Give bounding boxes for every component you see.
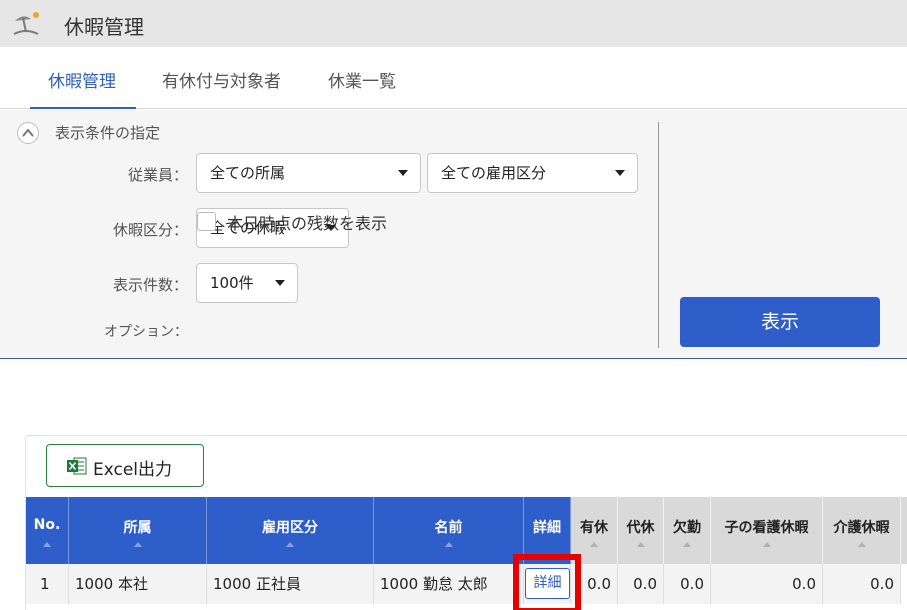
- filter-heading: 表示条件の指定: [55, 124, 161, 142]
- cell-employment-type: 1000 正社員: [207, 564, 374, 604]
- filter-panel: 表示条件の指定 従業員： 全ての所属 全ての雇用区分 休暇区分： 全ての休暇 表…: [0, 110, 907, 359]
- column-header-absence[interactable]: 欠勤: [664, 497, 711, 564]
- column-header-overflow: [901, 497, 907, 564]
- column-header-nursing-care-leave[interactable]: 介護休暇: [823, 497, 901, 564]
- cell-child-care-leave: 0.0: [711, 564, 823, 604]
- cell-nursing-care-leave: 0.0: [823, 564, 901, 604]
- cell-absence: 0.0: [664, 564, 711, 604]
- active-tab-indicator: [30, 107, 136, 109]
- sort-arrow-icon: [636, 542, 645, 547]
- display-count-select-value: 100件: [210, 274, 254, 292]
- cell-no: 1: [26, 564, 69, 604]
- sort-arrow-icon: [43, 542, 51, 547]
- tab-leave-list[interactable]: 休業一覧: [328, 67, 396, 92]
- tab-leave-management[interactable]: 休暇管理: [48, 67, 116, 92]
- show-remaining-checkbox[interactable]: [197, 212, 216, 231]
- affiliation-select[interactable]: 全ての所属: [196, 153, 421, 193]
- column-header-child-care-leave[interactable]: 子の看護休暇: [711, 497, 823, 564]
- tab-paid-leave-eligible[interactable]: 有休付与対象者: [162, 67, 281, 92]
- employment-type-select[interactable]: 全ての雇用区分: [427, 153, 638, 193]
- column-header-affiliation[interactable]: 所属: [69, 497, 207, 564]
- tab-bar: 休暇管理 有休付与対象者 休業一覧: [0, 47, 907, 109]
- dropdown-arrow-icon: [615, 170, 625, 176]
- employee-label: 従業員：: [127, 166, 188, 184]
- chevron-up-icon: [22, 128, 34, 137]
- employment-type-select-value: 全ての雇用区分: [441, 164, 547, 182]
- sort-arrow-icon: [444, 542, 453, 547]
- title-bar: 休暇管理: [0, 0, 907, 47]
- cell-comp-leave: 0.0: [618, 564, 664, 604]
- sort-arrow-icon: [762, 542, 771, 547]
- sort-arrow-icon: [683, 542, 691, 547]
- column-header-employment-type[interactable]: 雇用区分: [207, 497, 374, 564]
- column-header-name[interactable]: 名前: [374, 497, 524, 564]
- cell-affiliation: 1000 本社: [69, 564, 207, 604]
- excel-export-button[interactable]: Excel出力: [46, 444, 204, 487]
- beach-umbrella-icon: [13, 12, 39, 35]
- display-count-select[interactable]: 100件: [196, 263, 298, 303]
- affiliation-select-value: 全ての所属: [210, 164, 286, 182]
- dropdown-arrow-icon: [398, 170, 408, 176]
- sort-arrow-icon: [590, 542, 598, 547]
- collapse-filter-button[interactable]: [17, 122, 39, 144]
- display-count-label: 表示件数：: [112, 276, 188, 294]
- column-header-comp-leave[interactable]: 代休: [618, 497, 664, 564]
- leave-type-label: 休暇区分：: [112, 221, 188, 239]
- show-button[interactable]: 表示: [680, 297, 880, 347]
- excel-icon: [67, 457, 87, 475]
- dropdown-arrow-icon: [275, 280, 285, 286]
- app-title: 休暇管理: [64, 15, 144, 39]
- show-remaining-checkbox-label[interactable]: 本日時点の残数を表示: [227, 210, 387, 234]
- filter-divider: [658, 122, 659, 348]
- sort-arrow-icon: [133, 542, 142, 547]
- highlight-box: [513, 554, 581, 610]
- option-label: オプション：: [104, 324, 188, 340]
- excel-export-label: Excel出力: [93, 460, 173, 480]
- cell-name: 1000 勤怠 太郎: [374, 564, 524, 604]
- sort-arrow-icon: [857, 542, 866, 547]
- sort-arrow-icon: [286, 542, 294, 547]
- column-header-no[interactable]: No.: [26, 497, 69, 564]
